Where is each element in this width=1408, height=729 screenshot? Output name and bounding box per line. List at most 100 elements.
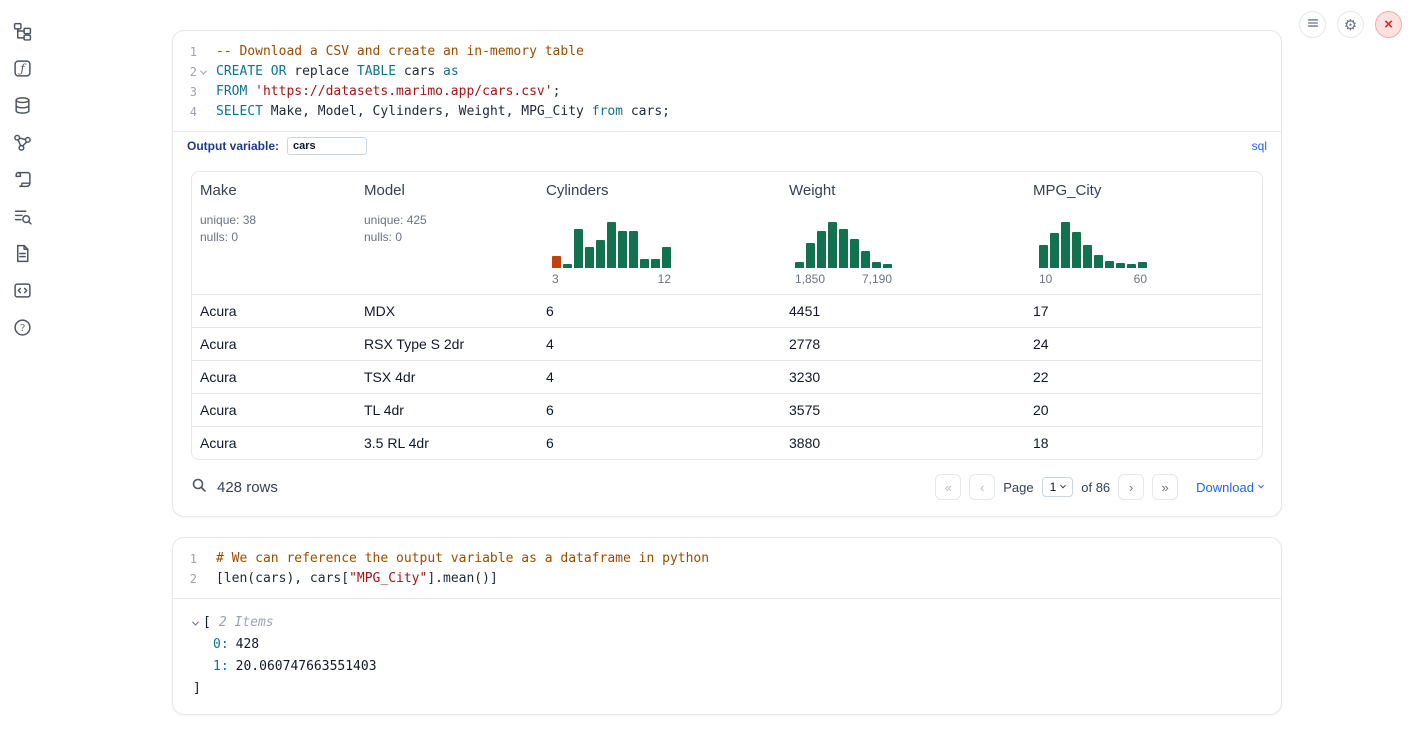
column-name: Cylinders: [546, 182, 773, 199]
svg-text:?: ?: [19, 323, 24, 334]
column-header-weight[interactable]: Weight 1,8507,190: [781, 172, 1025, 294]
cell-make: Acura: [192, 402, 356, 418]
histogram-bar: [817, 231, 826, 268]
snippets-icon[interactable]: [11, 279, 33, 301]
shutdown-button[interactable]: ×: [1375, 11, 1402, 38]
sql-keyword: FROM: [216, 84, 247, 99]
logs-icon[interactable]: [11, 205, 33, 227]
code-line: 1 # We can reference the output variable…: [173, 549, 1281, 569]
output-close: ]: [193, 678, 1265, 700]
line-number: 2: [173, 62, 197, 82]
menu-icon: [1306, 16, 1320, 33]
weight-histogram[interactable]: [795, 220, 892, 268]
histogram-bar: [872, 262, 881, 268]
table-row[interactable]: Acura MDX 6 4451 17: [192, 294, 1262, 327]
download-button[interactable]: Download: [1196, 480, 1263, 495]
table-row[interactable]: Acura TL 4dr 6 3575 20: [192, 393, 1262, 426]
cell-cylinders: 6: [538, 303, 781, 319]
fold-toggle[interactable]: [197, 62, 210, 82]
cell-make: Acura: [192, 336, 356, 352]
cell-cylinders: 6: [538, 402, 781, 418]
column-name: MPG_City: [1033, 182, 1254, 199]
cell-make: Acura: [192, 435, 356, 451]
sql-cell: 1 -- Download a CSV and create an in-mem…: [172, 30, 1282, 517]
page-select[interactable]: 1: [1042, 477, 1074, 497]
line-number: 3: [173, 82, 197, 102]
python-output: [ 2 Items 0: 428 1: 20.060747663551403 ]: [173, 599, 1281, 714]
close-icon: ×: [1384, 16, 1393, 33]
histogram-bar: [1127, 264, 1136, 268]
dependency-graph-icon[interactable]: [11, 131, 33, 153]
first-page-button[interactable]: «: [935, 474, 961, 500]
code-text: ;: [553, 84, 561, 99]
histogram-bar: [629, 231, 638, 268]
cell-model: MDX: [356, 303, 538, 319]
topbar-actions: ⚙ ×: [1299, 11, 1402, 38]
collapse-toggle-icon[interactable]: [192, 618, 199, 625]
line-number: 1: [173, 549, 197, 569]
histogram-bar: [839, 229, 848, 268]
output-entry: 0: 428: [193, 634, 1265, 656]
code-line: 4 SELECT Make, Model, Cylinders, Weight,…: [173, 102, 1281, 122]
sql-string: 'https://datasets.marimo.app/cars.csv': [255, 84, 552, 99]
output-entry: 1: 20.060747663551403: [193, 656, 1265, 678]
python-code-editor[interactable]: 1 # We can reference the output variable…: [173, 538, 1281, 598]
gear-icon: ⚙: [1344, 16, 1357, 34]
histogram-bar: [596, 240, 605, 268]
code-text: ].mean()]: [427, 571, 497, 586]
code-line: 3 FROM 'https://datasets.marimo.app/cars…: [173, 82, 1281, 102]
column-header-mpg-city[interactable]: MPG_City 1060: [1025, 172, 1262, 294]
mpg-city-histogram[interactable]: [1039, 220, 1147, 268]
column-name: Weight: [789, 182, 1017, 199]
axis-labels: 1,8507,190: [795, 272, 892, 286]
sql-keyword: OR: [271, 64, 287, 79]
histogram: 312: [552, 220, 671, 286]
table-row[interactable]: Acura RSX Type S 2dr 4 2778 24: [192, 327, 1262, 360]
column-header-cylinders[interactable]: Cylinders 312: [538, 172, 781, 294]
file-explorer-icon[interactable]: [11, 20, 33, 42]
histogram-bar: [850, 239, 859, 268]
histogram-bar: [1138, 262, 1147, 268]
histogram-bar: [1094, 255, 1103, 268]
sidebar: ƒ ?: [0, 0, 44, 729]
cell-model: TSX 4dr: [356, 369, 538, 385]
histogram-bar: [585, 247, 594, 268]
scratchpad-icon[interactable]: [11, 168, 33, 190]
python-comment: # We can reference the output variable a…: [216, 551, 709, 566]
chevron-down-icon: [1060, 483, 1066, 489]
language-badge[interactable]: sql: [1252, 139, 1267, 153]
functions-icon[interactable]: ƒ: [11, 57, 33, 79]
code-text: Make, Model, Cylinders, Weight, MPG_City: [263, 104, 592, 119]
cell-model: 3.5 RL 4dr: [356, 435, 538, 451]
help-icon[interactable]: ?: [11, 316, 33, 338]
histogram-bar: [883, 264, 892, 268]
documentation-icon[interactable]: [11, 242, 33, 264]
histogram-bar: [607, 222, 616, 268]
histogram-bar: [1039, 245, 1048, 268]
histogram-bar: [1050, 233, 1059, 268]
table-row[interactable]: Acura 3.5 RL 4dr 6 3880 18: [192, 426, 1262, 459]
cell-mpg-city: 22: [1025, 369, 1262, 385]
items-count: 2 Items: [219, 612, 274, 634]
column-header-make[interactable]: Make unique: 38nulls: 0: [192, 172, 356, 294]
column-header-model[interactable]: Model unique: 425nulls: 0: [356, 172, 538, 294]
datasources-icon[interactable]: [11, 94, 33, 116]
row-count: 428 rows: [217, 479, 278, 496]
cylinders-histogram[interactable]: [552, 220, 671, 268]
column-name: Model: [364, 182, 530, 199]
prev-page-button[interactable]: ‹: [969, 474, 995, 500]
cell-make: Acura: [192, 369, 356, 385]
table-footer: 428 rows « ‹ Page 1 of 86 › » Download: [173, 460, 1281, 516]
search-icon[interactable]: [191, 477, 207, 497]
menu-button[interactable]: [1299, 11, 1326, 38]
code-text: cars;: [623, 104, 670, 119]
output-variable-input[interactable]: [287, 137, 367, 155]
cell-weight: 3575: [781, 402, 1025, 418]
settings-button[interactable]: ⚙: [1337, 11, 1364, 38]
last-page-button[interactable]: »: [1152, 474, 1178, 500]
next-page-button[interactable]: ›: [1118, 474, 1144, 500]
table-row[interactable]: Acura TSX 4dr 4 3230 22: [192, 360, 1262, 393]
sql-code-editor[interactable]: 1 -- Download a CSV and create an in-mem…: [173, 31, 1281, 131]
code-text: replace: [286, 64, 356, 79]
entry-key: 1:: [213, 656, 229, 678]
